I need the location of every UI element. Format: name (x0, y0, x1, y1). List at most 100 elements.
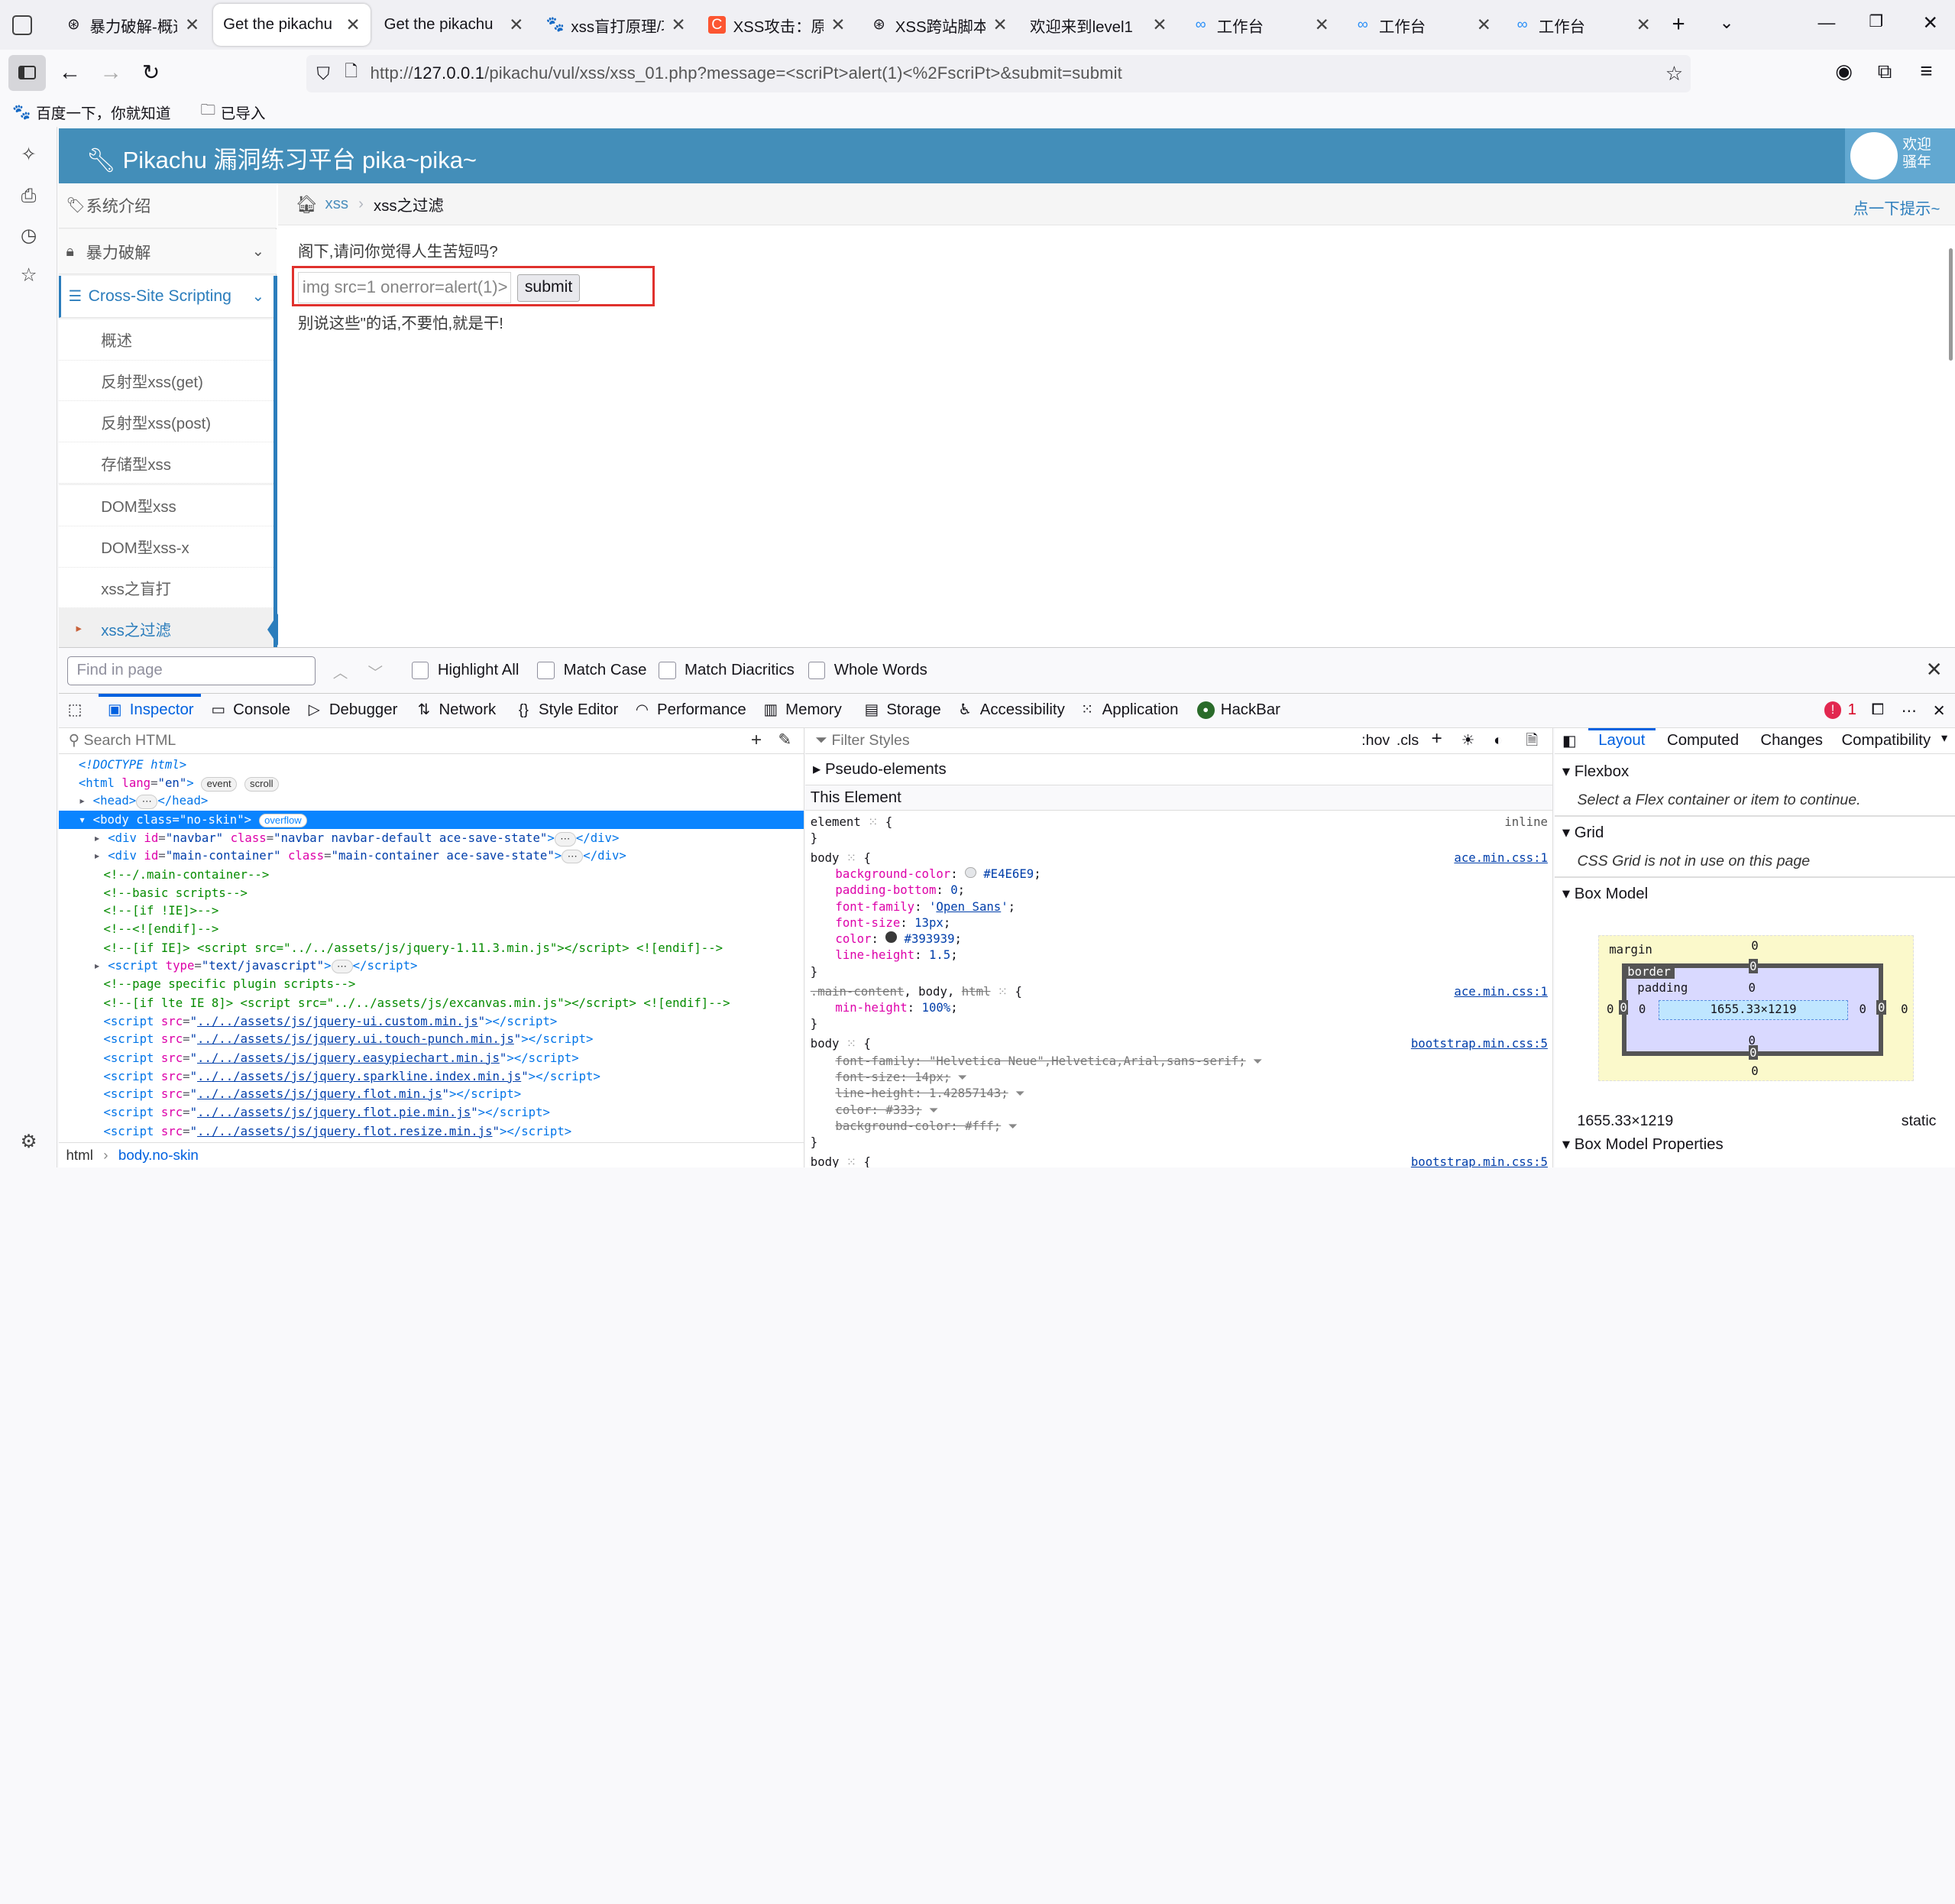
hint-link[interactable]: 点一下提示~ (1853, 196, 1940, 219)
message-input[interactable]: img src=1 onerror=alert(1)> (298, 271, 512, 303)
back-icon[interactable]: ← (59, 60, 81, 86)
highlight-all-checkbox[interactable]: Highlight All (411, 662, 519, 679)
dark-mode-icon[interactable]: ◐ (1494, 728, 1503, 753)
url-text[interactable]: http://127.0.0.1/pikachu/vul/xss/xss_01.… (371, 63, 1122, 83)
bookmark-star-icon[interactable]: ☆ (1665, 62, 1683, 86)
more-options-icon[interactable]: ⋯ (1902, 701, 1917, 720)
submenu-overview[interactable]: 概述 (58, 319, 277, 361)
rule-source[interactable]: ace.min.css:1 (1454, 850, 1548, 865)
tab-brute-force[interactable]: ⊛ 暴力破解-概述 ✕ (55, 4, 209, 46)
close-tab-icon[interactable]: ✕ (346, 15, 361, 35)
css-declaration[interactable]: line-height: 1.5; (811, 947, 957, 962)
settings-gear-icon[interactable]: ⚙ (18, 1131, 40, 1153)
restore-icon[interactable]: ❐ (1869, 12, 1883, 31)
flexbox-section-header[interactable]: ▾ Flexbox (1562, 762, 1629, 781)
menu-brute-force[interactable]: 🔒︎ 暴力破解 ⌄ (58, 229, 277, 275)
match-case-checkbox[interactable]: Match Case (537, 662, 646, 679)
submenu-stored[interactable]: 存储型xss (58, 442, 277, 484)
html-node[interactable]: <!DOCTYPE html> (59, 756, 804, 774)
submenu-filter-active[interactable]: ▸ xss之过滤 (58, 608, 278, 647)
tab-xss-blind[interactable]: 🐾 xss盲打原理/攻 ✕ (536, 4, 696, 46)
html-node[interactable]: ▸ <head> ⋯ </head> (59, 792, 804, 810)
css-declaration[interactable]: min-height: 100%; (811, 1000, 957, 1015)
submenu-reflected-get[interactable]: 反射型xss(get) (58, 360, 277, 402)
css-rule-main-content[interactable]: .main-content, body, html ⁙ { (811, 984, 1022, 999)
css-rule-body-bootstrap[interactable]: body ⁙ { (811, 1036, 871, 1051)
margin-left-value[interactable]: 0 (1607, 1002, 1614, 1016)
tab-application[interactable]: ⁙ Application (1079, 701, 1179, 719)
rule-source[interactable]: bootstrap.min.css:5 (1411, 1036, 1548, 1051)
find-previous-icon[interactable]: ︿ (333, 660, 348, 682)
match-diacritics-checkbox[interactable]: Match Diacritics (658, 662, 795, 679)
add-rule-icon[interactable]: + (1432, 728, 1442, 752)
html-comment[interactable]: <!--/.main-container--> (59, 866, 804, 884)
tab-compatibility[interactable]: Compatibility (1841, 732, 1931, 750)
html-comment[interactable]: <!--page specific plugin scripts--> (59, 975, 804, 993)
box-model-properties-header[interactable]: ▾ Box Model Properties (1562, 1135, 1724, 1154)
light-mode-icon[interactable]: ☀ (1461, 728, 1475, 753)
account-icon[interactable]: ◉ (1835, 60, 1853, 83)
border-bottom-value[interactable]: 0 (1748, 1045, 1759, 1060)
submit-button[interactable]: submit (517, 274, 580, 302)
padding-bottom-value[interactable]: 0 (1749, 1033, 1756, 1048)
tab-storage[interactable]: ▤ Storage (863, 701, 941, 719)
border-left-value[interactable]: 0 (1618, 1000, 1629, 1015)
page-icon[interactable]: 🗋 (345, 60, 358, 87)
brand-title[interactable]: 🔧︎ Pikachu 漏洞练习平台 pika~pika~ (86, 141, 477, 175)
filter-styles-input[interactable]: ⏷ Filter Styles :hov .cls + ☀ ◐ 🗎 (805, 728, 1553, 755)
breadcrumb-body[interactable]: body.no-skin (118, 1147, 199, 1163)
submenu-blind[interactable]: xss之盲打 (58, 567, 277, 609)
close-tab-icon[interactable]: ✕ (1477, 15, 1491, 35)
eyedropper-icon[interactable]: ✎ (778, 728, 792, 753)
padding-right-value[interactable]: 0 (1860, 1002, 1866, 1016)
close-tab-icon[interactable]: ✕ (1315, 15, 1329, 35)
whole-words-checkbox[interactable]: Whole Words (808, 662, 927, 679)
html-node[interactable]: ▸ <div id="navbar" class="navbar navbar-… (59, 829, 804, 847)
css-declaration[interactable]: padding-bottom: 0; (811, 882, 965, 897)
tab-computed[interactable]: Computed (1667, 732, 1739, 750)
tab-debugger[interactable]: ▷ Debugger (306, 701, 398, 719)
tab-changes[interactable]: Changes (1760, 732, 1823, 750)
tab-workbench-1[interactable]: ∞ 工作台 ✕ (1182, 4, 1339, 46)
tab-workbench-2[interactable]: ∞ 工作台 ✕ (1344, 4, 1501, 46)
close-tab-icon[interactable]: ✕ (993, 15, 1008, 35)
dock-side-icon[interactable]: ⧠ (1872, 701, 1884, 719)
close-tab-icon[interactable]: ✕ (671, 15, 685, 35)
sidebar-toggle-icon[interactable] (8, 54, 47, 92)
html-node[interactable]: <script src="../../assets/js/jquery.spar… (59, 1067, 804, 1086)
print-media-icon[interactable]: 🗎 (1526, 728, 1539, 753)
ai-sparkle-icon[interactable]: ✧ (18, 144, 40, 166)
shield-icon[interactable]: ⛉ (317, 63, 330, 84)
tab-accessibility[interactable]: ♿︎ Accessibility (956, 701, 1064, 719)
html-node[interactable]: <script src="../../assets/js/jquery.flot… (59, 1085, 804, 1103)
synced-tabs-icon[interactable]: ⎙ (18, 185, 40, 207)
close-tab-icon[interactable]: ✕ (830, 15, 845, 35)
css-declaration-overridden[interactable]: color: #333; ⏷ (811, 1103, 938, 1118)
html-comment[interactable]: <!--[if IE]> <script src="../../assets/j… (59, 939, 804, 957)
margin-right-value[interactable]: 0 (1901, 1002, 1908, 1016)
tab-workbench-3[interactable]: ∞ 工作台 ✕ (1503, 4, 1661, 46)
close-tab-icon[interactable]: ✕ (185, 15, 199, 35)
close-tab-icon[interactable]: ✕ (509, 15, 523, 35)
bookmark-folder-imported[interactable]: 🗀 已导入 (201, 99, 280, 125)
close-tab-icon[interactable]: ✕ (1152, 15, 1167, 35)
menu-icon[interactable]: ≡ (1920, 59, 1932, 83)
close-devtools-icon[interactable]: ✕ (1933, 701, 1946, 720)
grid-section-header[interactable]: ▾ Grid (1562, 823, 1604, 842)
tab-network[interactable]: ⇅ Network (415, 701, 497, 719)
find-next-icon[interactable]: ﹀ (367, 660, 383, 682)
tab-level1[interactable]: 欢迎来到level1 ✕ (1020, 4, 1177, 46)
cls-toggle[interactable]: .cls (1397, 728, 1419, 753)
html-comment[interactable]: <!--<![endif]--> (59, 920, 804, 938)
css-declaration-overridden[interactable]: font-size: 14px; ⏷ (811, 1070, 967, 1085)
rule-source[interactable]: ace.min.css:1 (1454, 984, 1548, 999)
html-node[interactable]: <script src="../../assets/js/jquery-ui.c… (59, 1012, 804, 1031)
reload-icon[interactable]: ↻ (142, 60, 160, 85)
rule-source[interactable]: bootstrap.min.css:5 (1411, 1154, 1548, 1167)
padding-top-value[interactable]: 0 (1749, 980, 1756, 995)
submenu-dom[interactable]: DOM型xss (58, 484, 277, 526)
css-declaration-overridden[interactable]: line-height: 1.42857143; ⏷ (811, 1086, 1024, 1101)
new-tab-icon[interactable]: + (1672, 11, 1685, 37)
html-node-selected[interactable]: ▾ <body class="no-skin"> overflow (58, 810, 804, 829)
css-declaration[interactable]: font-size: 13px; (811, 915, 950, 930)
